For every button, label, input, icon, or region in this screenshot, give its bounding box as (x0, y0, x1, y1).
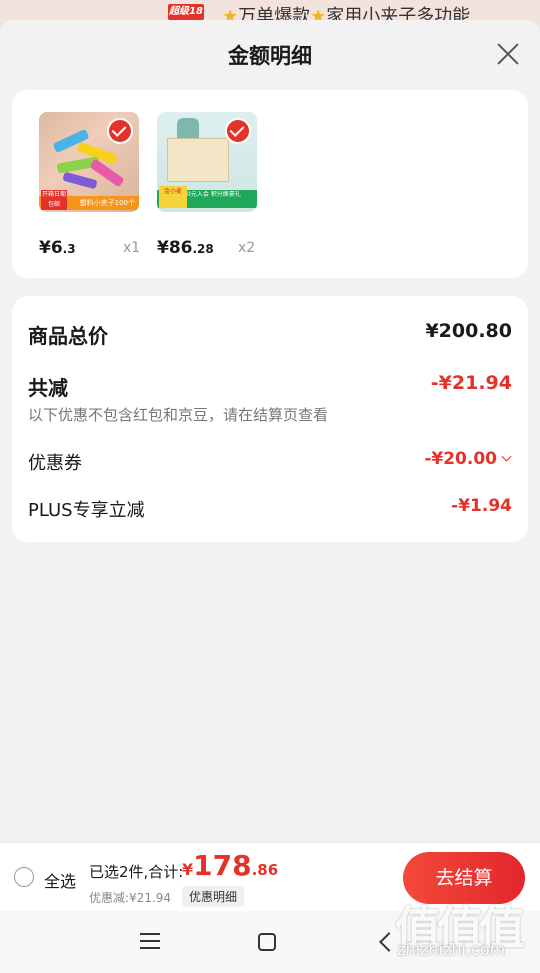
plus-label: PLUS专享立减 (28, 500, 145, 521)
coupon-value: -¥20.00 (424, 449, 512, 469)
plus-value: -¥1.94 (451, 496, 512, 516)
home-icon[interactable] (258, 933, 276, 951)
total-price-value: ¥200.80 (425, 320, 512, 342)
sheet-title: 金额明细 (228, 44, 312, 68)
total-yen: ¥ (182, 860, 194, 879)
product-price: ¥6.3 (39, 238, 76, 258)
select-all-label[interactable]: 全选 (44, 868, 76, 892)
product-price: ¥86.28 (157, 238, 214, 258)
select-all-radio[interactable] (14, 867, 34, 887)
chevron-down-icon[interactable] (501, 451, 512, 462)
menu-icon[interactable] (140, 933, 160, 949)
product-item[interactable]: 0元入会 积分换豪礼 金小麦 ¥86.28 x2 (157, 112, 257, 258)
box-shape (167, 138, 229, 182)
total-price-label: 商品总价 (28, 324, 108, 348)
total-int: 178 (193, 849, 252, 882)
product-qty: x1 (123, 240, 141, 256)
clip-shape (62, 171, 98, 190)
discount-detail-button[interactable]: 优惠明细 (182, 886, 245, 907)
product-image-clips[interactable]: 塑料小夹子100个 开箱日期 包邮 (39, 112, 139, 212)
reduce-label: 共减 (28, 376, 68, 400)
watermark: 值值值 zhizhizhi.com (395, 892, 535, 962)
price-dec: .28 (192, 242, 214, 256)
checkout-total: ¥178.86 (182, 849, 278, 882)
amount-detail-sheet: 金额明细 塑料小夹子100个 开箱日期 包邮 ¥6.3 x1 0元入会 积分换豪… (0, 20, 540, 973)
price-dec: .3 (62, 242, 76, 256)
products-card: 塑料小夹子100个 开箱日期 包邮 ¥6.3 x1 0元入会 积分换豪礼 金小麦… (12, 90, 528, 278)
product-tag-box: 金小麦 (159, 186, 187, 208)
selected-count-text: 已选2件,合计: (89, 863, 184, 881)
check-icon[interactable] (107, 118, 133, 144)
watermark-site: zhizhizhi.com (397, 940, 506, 959)
discount-note: 以下优惠不包含红包和京豆，请在结算页查看 (28, 406, 329, 424)
close-icon[interactable] (494, 40, 522, 68)
coupon-amount: -¥20.00 (424, 449, 497, 469)
product-tag-box: 开箱日期 包邮 (41, 190, 67, 210)
price-int: ¥6 (39, 238, 63, 258)
discount-summary: 优惠减:¥21.94 (89, 891, 172, 905)
product-qty: x2 (238, 240, 256, 256)
product-image-box[interactable]: 0元入会 积分换豪礼 金小麦 (157, 112, 257, 212)
price-int: ¥86 (157, 238, 193, 258)
total-dec: .86 (251, 861, 279, 879)
super-badge: 超级18 (168, 4, 204, 20)
check-icon[interactable] (225, 118, 251, 144)
coupon-label: 优惠券 (28, 453, 82, 474)
reduce-value: -¥21.94 (430, 372, 512, 394)
product-item[interactable]: 塑料小夹子100个 开箱日期 包邮 ¥6.3 x1 (39, 112, 140, 258)
price-summary-card: 商品总价 ¥200.80 共减 -¥21.94 以下优惠不包含红包和京豆，请在结… (12, 296, 528, 542)
